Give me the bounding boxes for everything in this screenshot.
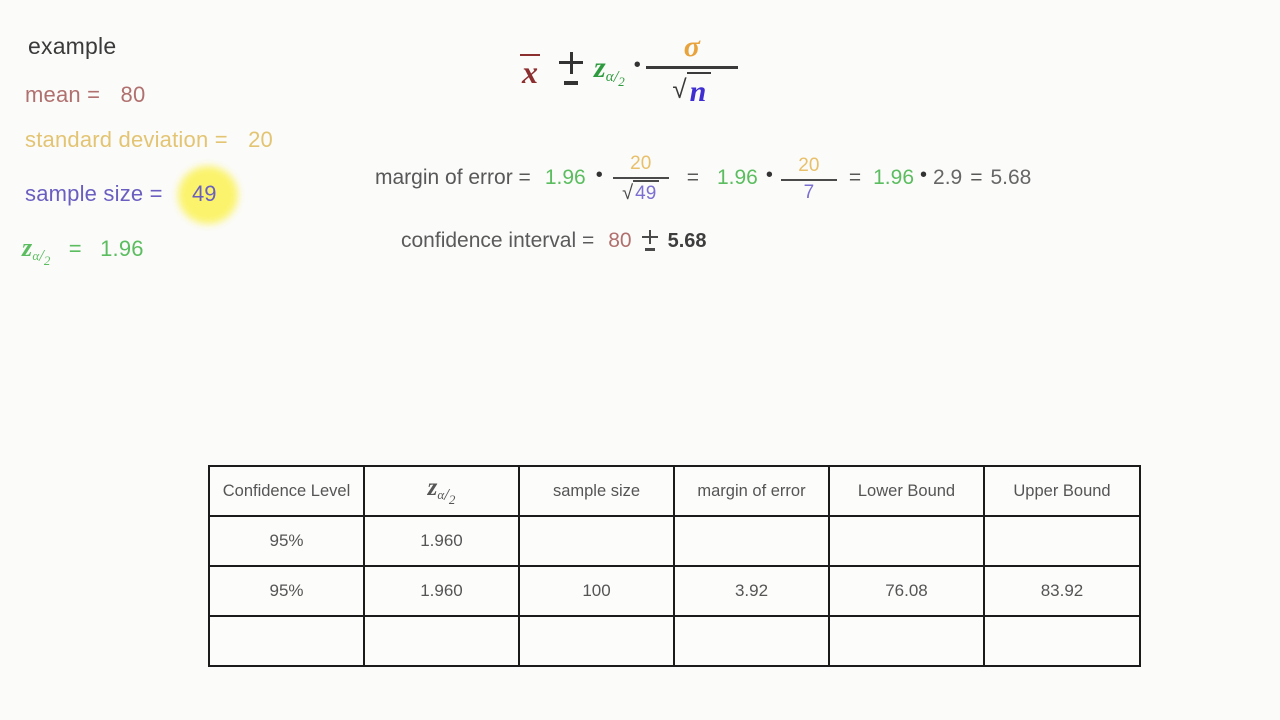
confidence-interval-label: confidence interval = bbox=[401, 229, 595, 252]
sigma-symbol: σ bbox=[683, 30, 700, 64]
sqrt-n: √ n bbox=[672, 71, 712, 108]
mean-line: mean = 80 bbox=[25, 82, 145, 108]
mean-value: 80 bbox=[120, 82, 146, 107]
table-header-confidence-level: Confidence Level bbox=[208, 465, 365, 517]
cell-lower-bound[interactable] bbox=[828, 615, 985, 667]
confidence-interval-row: confidence interval = 80 5.68 bbox=[401, 228, 707, 254]
sample-size-value: 49 bbox=[192, 181, 217, 206]
cell-confidence-level[interactable]: 95% bbox=[208, 565, 365, 617]
z-alpha-half-line: zα/2 = 1.96 bbox=[22, 233, 144, 269]
moe-equals-2: = bbox=[848, 166, 862, 189]
z-sub-two: 2 bbox=[43, 253, 51, 268]
cell-sample-size[interactable] bbox=[518, 615, 675, 667]
moe-numerator-2: 20 bbox=[798, 154, 820, 176]
confidence-interval-formula: x zα/2 • σ √ n bbox=[520, 18, 738, 118]
moe-fraction-bar-1 bbox=[612, 177, 669, 179]
cell-upper-bound[interactable] bbox=[983, 515, 1141, 567]
table-row: 95% 1.960 bbox=[208, 515, 1141, 567]
formula-z-symbol: z bbox=[594, 50, 606, 84]
confidence-interval-mean: 80 bbox=[608, 229, 632, 252]
moe-fraction-1: 20 √ 49 bbox=[612, 153, 669, 205]
moe-z-value-3: 1.96 bbox=[873, 166, 914, 189]
mean-label: mean = bbox=[25, 82, 107, 107]
moe-z-value-2: 1.96 bbox=[716, 166, 758, 189]
moe-fraction-2: 20 7 bbox=[780, 154, 837, 204]
moe-dot-3: • bbox=[920, 163, 928, 186]
table-header-upper-bound: Upper Bound bbox=[983, 465, 1141, 517]
example-panel: example mean = 80 standard deviation = 2… bbox=[0, 0, 360, 300]
sample-size-label: sample size = bbox=[25, 181, 163, 206]
sample-size-line: sample size = bbox=[25, 181, 163, 207]
z-value: 1.96 bbox=[100, 236, 144, 261]
table-header-lower-bound: Lower Bound bbox=[828, 465, 985, 517]
table-header-z-symbol: z bbox=[427, 474, 438, 501]
cell-upper-bound[interactable]: 83.92 bbox=[983, 565, 1141, 617]
cell-lower-bound[interactable]: 76.08 bbox=[828, 565, 985, 617]
z-symbol: z bbox=[22, 233, 33, 262]
z-equals: = bbox=[68, 236, 82, 261]
moe-result: 5.68 bbox=[990, 166, 1032, 189]
fraction-bar bbox=[645, 66, 738, 69]
cell-margin-of-error[interactable] bbox=[673, 615, 830, 667]
results-table: Confidence Level zα/2 sample size margin… bbox=[208, 465, 1141, 667]
moe-dot-2: • bbox=[765, 163, 773, 186]
moe-z-value-1: 1.96 bbox=[544, 166, 586, 189]
formula-z-sub-two: 2 bbox=[618, 73, 625, 89]
table-header-sample-size: sample size bbox=[518, 465, 675, 517]
moe-radical-icon: √ bbox=[622, 182, 634, 204]
cell-sample-size[interactable]: 100 bbox=[518, 565, 675, 617]
n-symbol: n bbox=[689, 74, 707, 108]
page-title: example bbox=[28, 33, 117, 59]
plus-minus-small-icon bbox=[641, 228, 659, 254]
moe-dot-1: • bbox=[595, 163, 603, 186]
standard-deviation-line: standard deviation = 20 bbox=[25, 127, 273, 153]
cell-margin-of-error[interactable] bbox=[673, 515, 830, 567]
cell-margin-of-error[interactable]: 3.92 bbox=[673, 565, 830, 617]
radical-icon: √ bbox=[672, 73, 687, 104]
moe-denominator-2: 7 bbox=[803, 181, 815, 203]
table-row: 95% 1.960 100 3.92 76.08 83.92 bbox=[208, 565, 1141, 617]
cell-z[interactable]: 1.960 bbox=[363, 565, 520, 617]
sigma-over-sqrt-n-fraction: σ √ n bbox=[645, 30, 738, 108]
cell-confidence-level[interactable] bbox=[208, 615, 365, 667]
multiply-dot-icon: • bbox=[633, 53, 641, 76]
cell-sample-size[interactable] bbox=[518, 515, 675, 567]
margin-of-error-label: margin of error = bbox=[375, 166, 531, 189]
moe-equals-3: = bbox=[970, 166, 983, 189]
x-bar-symbol: x bbox=[520, 54, 540, 91]
cell-upper-bound[interactable] bbox=[983, 615, 1141, 667]
standard-deviation-label: standard deviation = bbox=[25, 127, 235, 152]
table-header-z-alpha-half: zα/2 bbox=[363, 465, 520, 517]
moe-fraction-bar-2 bbox=[780, 178, 837, 181]
cell-z[interactable] bbox=[363, 615, 520, 667]
table-header-z-sub-two: 2 bbox=[448, 492, 456, 507]
table-header-margin-of-error: margin of error bbox=[673, 465, 830, 517]
moe-numerator-1: 20 bbox=[630, 153, 652, 174]
formula-z-alpha-half: zα/2 bbox=[594, 51, 625, 90]
table-header-row: Confidence Level zα/2 sample size margin… bbox=[208, 465, 1141, 517]
cell-lower-bound[interactable] bbox=[828, 515, 985, 567]
formula-z-sub-alpha: α bbox=[605, 68, 614, 85]
table-row bbox=[208, 615, 1141, 667]
moe-denominator-1: 49 bbox=[633, 180, 660, 205]
cell-z[interactable]: 1.960 bbox=[363, 515, 520, 567]
moe-equals-1: = bbox=[686, 166, 699, 189]
moe-factor: 2.9 bbox=[933, 166, 963, 189]
margin-of-error-row: margin of error = 1.96 • 20 √ 49 = 1.96 … bbox=[375, 152, 1031, 204]
standard-deviation-value: 20 bbox=[248, 127, 273, 152]
moe-sqrt-49: √ 49 bbox=[622, 180, 660, 205]
plus-minus-icon bbox=[558, 50, 584, 94]
cell-confidence-level[interactable]: 95% bbox=[208, 515, 365, 567]
confidence-interval-margin: 5.68 bbox=[667, 229, 707, 252]
